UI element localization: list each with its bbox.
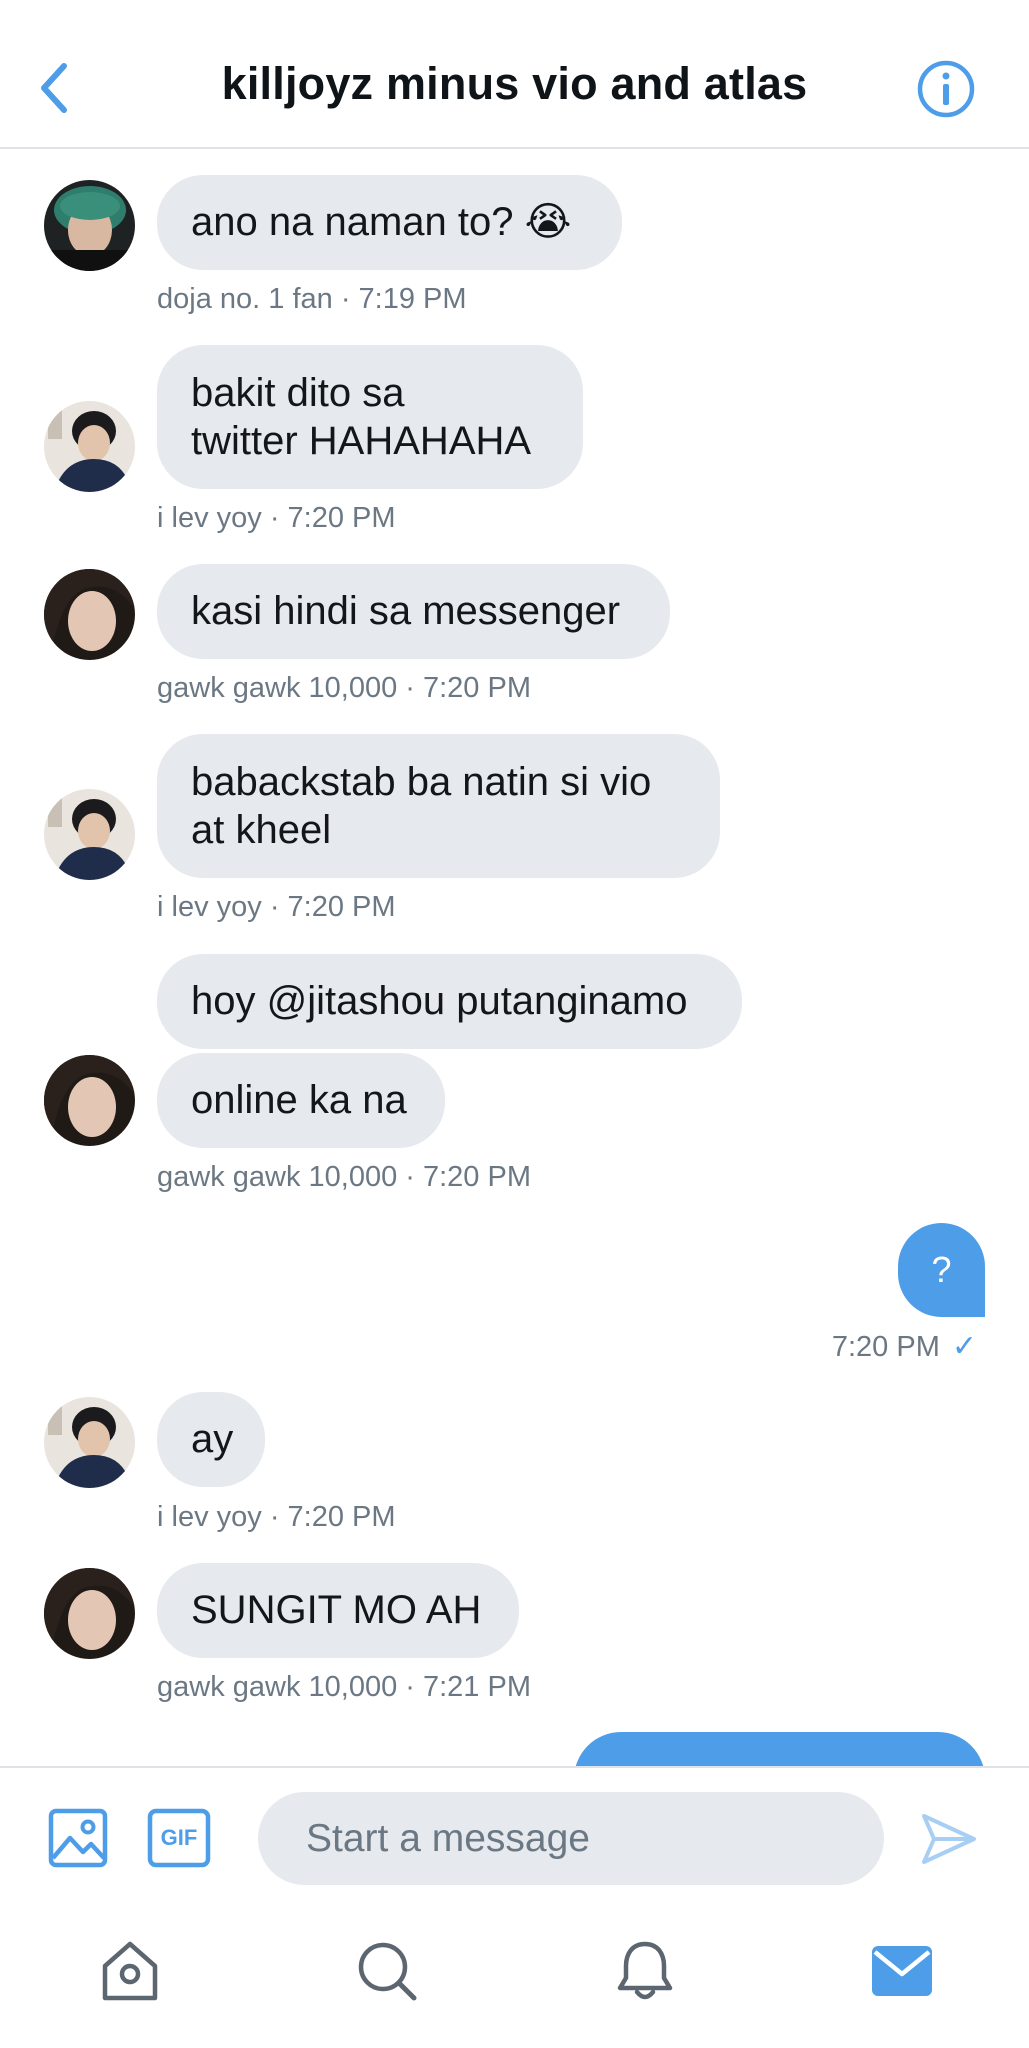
conversation-info-button[interactable] bbox=[916, 59, 976, 119]
message-text: twitter HAHAHAHA bbox=[191, 419, 532, 463]
info-icon bbox=[917, 60, 975, 118]
message-meta: gawk gawk 10,000 · 7:20 PM bbox=[157, 1161, 531, 1193]
add-gif-button[interactable]: GIF bbox=[147, 1808, 211, 1868]
messages-icon bbox=[872, 1946, 932, 1996]
message-meta: gawk gawk 10,000 · 7:21 PM bbox=[157, 1671, 531, 1703]
message-meta: 7:20 PM ✓ bbox=[832, 1329, 977, 1364]
tab-messages[interactable] bbox=[867, 1936, 937, 2006]
message-bubble[interactable]: babackstab ba natin si vio at kheel bbox=[157, 734, 720, 878]
outgoing-message-bubble[interactable]: ? bbox=[898, 1223, 985, 1317]
avatar[interactable] bbox=[44, 1397, 135, 1488]
outgoing-message-bubble[interactable] bbox=[574, 1732, 985, 1767]
message-meta: doja no. 1 fan · 7:19 PM bbox=[157, 283, 467, 315]
avatar-image bbox=[44, 789, 135, 880]
message-time: 7:20 PM bbox=[831, 1331, 940, 1363]
message-text: online ka na bbox=[191, 1078, 407, 1122]
message-meta: i lev yoy · 7:20 PM bbox=[157, 502, 396, 534]
message-composer: GIF bbox=[0, 1766, 1029, 1898]
tab-search[interactable] bbox=[352, 1936, 422, 2006]
message-meta: gawk gawk 10,000 · 7:20 PM bbox=[157, 672, 531, 704]
crying-face-emoji: 😭 bbox=[524, 199, 572, 245]
avatar[interactable] bbox=[44, 180, 135, 271]
message-bubble[interactable]: ano na naman to? 😭 bbox=[157, 175, 622, 270]
message-bubble[interactable]: bakit dito sa twitter HAHAHAHA bbox=[157, 345, 583, 489]
gif-label: GIF bbox=[160, 1825, 198, 1850]
avatar[interactable] bbox=[44, 789, 135, 880]
message-input-container[interactable] bbox=[258, 1792, 884, 1885]
message-meta: i lev yoy · 7:20 PM bbox=[157, 1501, 396, 1533]
search-icon bbox=[358, 1942, 417, 2001]
message-bubble[interactable]: SUNGIT MO AH bbox=[157, 1563, 519, 1658]
message-bubble[interactable]: online ka na bbox=[157, 1053, 445, 1148]
message-text: babackstab ba natin si vio bbox=[191, 760, 652, 804]
message-text: hoy @jitashou putanginamo bbox=[191, 979, 688, 1023]
send-icon bbox=[922, 1814, 976, 1864]
avatar-image bbox=[44, 1397, 135, 1488]
conversation-title: killjoyz minus vio and atlas bbox=[221, 58, 808, 109]
tab-home[interactable] bbox=[95, 1936, 165, 2006]
avatar-image bbox=[44, 401, 135, 492]
tab-notifications[interactable] bbox=[610, 1936, 680, 2006]
avatar[interactable] bbox=[44, 1568, 135, 1659]
conversation-header: killjoyz minus vio and atlas bbox=[0, 0, 1029, 149]
message-bubble[interactable]: kasi hindi sa messenger bbox=[157, 564, 670, 659]
avatar-image bbox=[44, 569, 135, 660]
message-text: ano na naman to? bbox=[191, 200, 514, 244]
message-text: ? bbox=[931, 1249, 952, 1290]
avatar-image bbox=[44, 1568, 135, 1659]
add-photo-button[interactable] bbox=[48, 1808, 108, 1868]
message-bubble[interactable]: ay bbox=[157, 1392, 265, 1487]
message-text: at kheel bbox=[191, 808, 332, 852]
message-input[interactable] bbox=[306, 1792, 866, 1885]
message-bubble[interactable]: hoy @jitashou putanginamo bbox=[157, 954, 742, 1049]
home-icon bbox=[102, 1941, 158, 2001]
avatar[interactable] bbox=[44, 569, 135, 660]
image-icon bbox=[48, 1808, 108, 1868]
message-text: ay bbox=[191, 1417, 234, 1461]
message-text: kasi hindi sa messenger bbox=[191, 589, 621, 633]
message-list[interactable]: ano na naman to? 😭 doja no. 1 fan · 7:19… bbox=[0, 149, 1029, 1767]
tab-bar bbox=[0, 1898, 1029, 2048]
avatar-image bbox=[44, 1055, 135, 1146]
sent-check-icon: ✓ bbox=[951, 1330, 977, 1363]
avatar-image bbox=[44, 180, 135, 271]
message-text: bakit dito sa bbox=[191, 371, 405, 415]
avatar[interactable] bbox=[44, 1055, 135, 1146]
avatar[interactable] bbox=[44, 401, 135, 492]
send-button[interactable] bbox=[920, 1812, 978, 1866]
notifications-icon bbox=[617, 1941, 673, 2000]
message-text: SUNGIT MO AH bbox=[191, 1588, 482, 1632]
message-meta: i lev yoy · 7:20 PM bbox=[157, 891, 396, 923]
